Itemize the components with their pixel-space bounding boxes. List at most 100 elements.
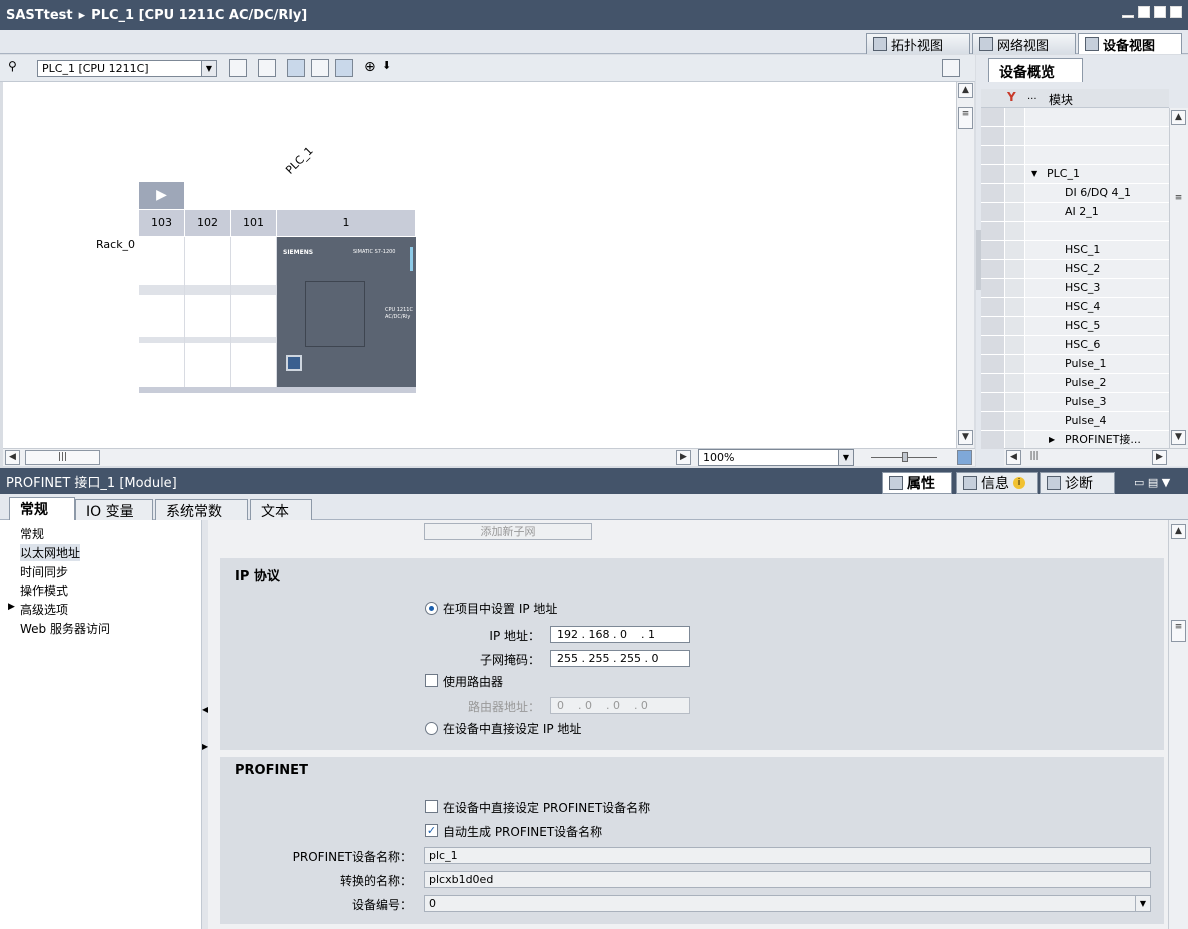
nav-time-sync[interactable]: 时间同步	[20, 563, 68, 580]
converted-name-input[interactable]: plcxb1d0ed	[424, 871, 1151, 888]
set-ip-in-project-radio[interactable]	[425, 602, 438, 615]
overview-row[interactable]: Pulse_4	[981, 412, 1169, 431]
name-icon[interactable]	[258, 59, 276, 77]
nav-ethernet-address[interactable]: 以太网地址	[20, 544, 81, 561]
tab-properties[interactable]: 属性	[882, 472, 952, 494]
tab-device-view[interactable]: 设备视图	[1078, 33, 1182, 54]
scroll-down-icon[interactable]: ▼	[958, 430, 973, 445]
scroll-left-icon[interactable]: ◀	[1006, 450, 1021, 465]
address-icon[interactable]	[229, 59, 247, 77]
overview-row[interactable]: HSC_5	[981, 317, 1169, 336]
tab-texts[interactable]: 文本	[250, 499, 312, 520]
tab-general[interactable]: 常规	[9, 497, 75, 520]
device-select[interactable]: PLC_1 [CPU 1211C] ▼	[37, 60, 217, 77]
empty-slot[interactable]	[185, 237, 231, 387]
hscroll-thumb[interactable]: |||	[25, 450, 100, 465]
nav-splitter[interactable]: ◀ ▶	[201, 520, 208, 929]
cpu-brand: SIEMENS	[283, 249, 314, 256]
overview-row[interactable]: DI 6/DQ 4_1	[981, 184, 1169, 203]
cpu-module[interactable]: SIEMENS SIMATIC S7-1200 CPU 1211C AC/DC/…	[277, 237, 416, 393]
overview-row[interactable]	[981, 222, 1169, 241]
zoom-select[interactable]: 100% ▼	[698, 449, 854, 466]
close-icon[interactable]	[1170, 6, 1182, 18]
scroll-thumb[interactable]: ≡	[1171, 620, 1186, 642]
overview-row[interactable]: AI 2_1	[981, 203, 1169, 222]
tab-device-overview[interactable]: 设备概览	[988, 58, 1083, 82]
scroll-right-icon[interactable]: ▶	[676, 450, 691, 465]
scroll-thumb[interactable]: ≡	[1171, 192, 1186, 216]
zoom-slider-thumb[interactable]	[902, 452, 908, 462]
overview-row[interactable]	[981, 146, 1169, 165]
tab-diagnostics[interactable]: 诊断	[1040, 472, 1115, 494]
ip-address-input[interactable]: 192 . 168 . 0 . 1	[550, 626, 690, 643]
tab-network-view[interactable]: 网络视图	[972, 33, 1076, 54]
overview-row[interactable]: HSC_4	[981, 298, 1169, 317]
hscroll-thumb[interactable]: |||	[1023, 450, 1045, 465]
tab-info[interactable]: 信息 i	[956, 472, 1038, 494]
chevron-right-icon[interactable]: ▶	[8, 602, 15, 612]
subnet-mask-input[interactable]: 255 . 255 . 255 . 0	[550, 650, 690, 667]
pn-name-input[interactable]: plc_1	[424, 847, 1151, 864]
maximize-icon[interactable]	[1154, 6, 1166, 18]
scroll-down-icon[interactable]: ▼	[1171, 430, 1186, 445]
grid-icon[interactable]	[311, 59, 329, 77]
canvas-hscroll[interactable]: ◀ ||| ▶ 100% ▼	[3, 448, 975, 466]
tab-topology-view[interactable]: 拓扑视图	[866, 33, 970, 54]
expand-rack-button[interactable]: ▶	[139, 182, 184, 209]
router-address-input[interactable]: 0 . 0 . 0 . 0	[550, 697, 690, 714]
empty-slot[interactable]	[231, 237, 277, 387]
overview-row[interactable]: HSC_6	[981, 336, 1169, 355]
device-number-select[interactable]: 0 ▼	[424, 895, 1151, 912]
zoom-dropdown-icon[interactable]: ⬇	[382, 59, 400, 77]
scroll-up-icon[interactable]: ▲	[1171, 524, 1186, 539]
overview-row[interactable]: Pulse_3	[981, 393, 1169, 412]
pn-set-on-device-checkbox[interactable]	[425, 800, 438, 813]
overview-row[interactable]: Pulse_2	[981, 374, 1169, 393]
tab-system-constants[interactable]: 系统常数	[155, 499, 248, 520]
overview-row[interactable]: HSC_2	[981, 260, 1169, 279]
add-subnet-button[interactable]: 添加新子网	[424, 523, 592, 540]
nav-operating-mode[interactable]: 操作模式	[20, 582, 68, 599]
overview-row[interactable]: Pulse_1	[981, 355, 1169, 374]
diagnostics-icon	[1047, 476, 1061, 490]
scroll-right-icon[interactable]: ▶	[1152, 450, 1167, 465]
overview-row[interactable]: HSC_3	[981, 279, 1169, 298]
content-vscroll[interactable]: ▲ ≡	[1168, 520, 1188, 929]
info-badge-icon: i	[1013, 477, 1025, 489]
inspector-window-controls[interactable]: ▭ ▤ ▼	[1134, 476, 1170, 489]
overview-row[interactable]	[981, 127, 1169, 146]
overview-row[interactable]: ▼ PLC_1	[981, 165, 1169, 184]
nav-general[interactable]: 常规	[20, 525, 44, 542]
overview-row[interactable]: ▶ PROFINET接...	[981, 431, 1169, 449]
nav-web-server[interactable]: Web 服务器访问	[20, 620, 110, 637]
nav-advanced-options[interactable]: 高级选项	[20, 601, 68, 618]
pn-auto-checkbox[interactable]: ✓	[425, 824, 438, 837]
scroll-thumb[interactable]: ≡	[958, 107, 973, 129]
use-router-checkbox[interactable]	[425, 674, 438, 687]
scroll-up-icon[interactable]: ▲	[1171, 110, 1186, 125]
scroll-up-icon[interactable]: ▲	[958, 83, 973, 98]
module-name: HSC_5	[1065, 319, 1101, 332]
network-tool-icon[interactable]: ⚲	[8, 59, 26, 77]
fit-icon[interactable]	[957, 450, 972, 465]
overview-row[interactable]: HSC_1	[981, 241, 1169, 260]
empty-slot[interactable]	[139, 237, 185, 387]
set-ip-in-project-label: 在项目中设置 IP 地址	[443, 602, 558, 616]
rack-label: Rack_0	[96, 238, 136, 251]
ip-protocol-section: IP 协议 在项目中设置 IP 地址 IP 地址： 192 . 168 . 0 …	[220, 558, 1164, 750]
table-icon[interactable]	[335, 59, 353, 77]
overview-toggle-icon[interactable]	[942, 59, 960, 77]
set-ip-on-device-radio[interactable]	[425, 722, 438, 735]
overview-hscroll[interactable]: ◀ ||| ▶	[1004, 448, 1188, 466]
module-name: Pulse_4	[1065, 414, 1107, 427]
overview-vscroll[interactable]: ▲ ≡ ▼	[1169, 108, 1188, 448]
zoom-icon[interactable]: ⊕	[364, 59, 382, 77]
device-canvas[interactable]: PLC_1 ▶ 103 102 101 1 Rack_0 SIEMENS SIM…	[3, 82, 956, 448]
minimize-icon[interactable]	[1122, 15, 1134, 18]
canvas-vscroll[interactable]: ▲ ≡ ▼	[956, 82, 974, 448]
tab-io-tags[interactable]: IO 变量	[75, 499, 153, 520]
restore-icon[interactable]	[1138, 6, 1150, 18]
label-icon[interactable]	[287, 59, 305, 77]
scroll-left-icon[interactable]: ◀	[5, 450, 20, 465]
overview-row[interactable]	[981, 108, 1169, 127]
